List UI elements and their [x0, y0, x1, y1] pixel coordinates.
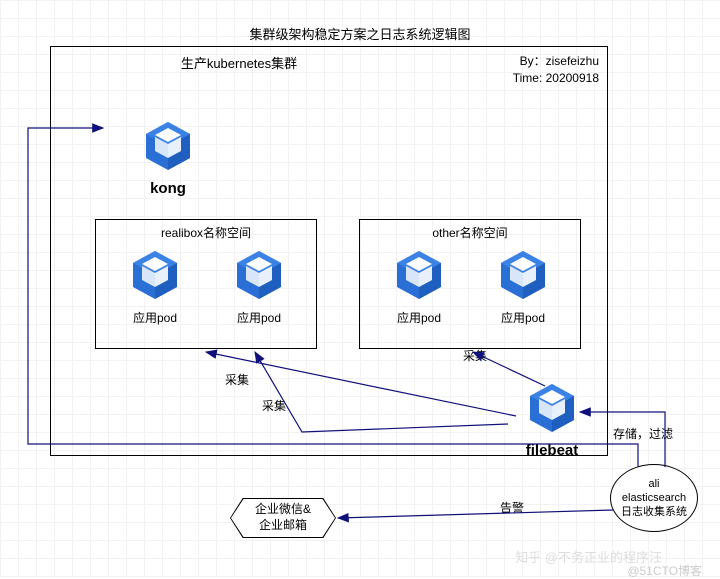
filebeat-node: filebeat	[507, 381, 597, 459]
pod-node: 应用pod	[378, 248, 460, 326]
wechat-mail-node: 企业微信& 企业邮箱	[231, 499, 335, 537]
watermark-51cto: @51CTO博客	[627, 562, 702, 579]
meta-time: Time: 20200918	[513, 70, 599, 87]
edge-label-collect: 采集	[463, 347, 487, 364]
ns-title: realibox名称空间	[96, 220, 316, 245]
edge-label-alert: 告警	[500, 499, 524, 516]
kong-label: kong	[127, 180, 209, 197]
cube-icon	[141, 119, 195, 173]
cluster-box: 生产kubernetes集群 By：zisefeizhu Time: 20200…	[50, 46, 608, 456]
pod-node: 应用pod	[482, 248, 564, 326]
elasticsearch-node: ali elasticsearch 日志收集系统	[610, 464, 698, 532]
pod-label: 应用pod	[218, 309, 300, 326]
pod-node: 应用pod	[218, 248, 300, 326]
edge-label-store: 存储，过滤	[613, 425, 673, 442]
kong-node: kong	[127, 119, 209, 197]
cube-icon	[232, 248, 286, 302]
wechat-mail-label: 企业微信& 企业邮箱	[255, 502, 311, 533]
ns-title: other名称空间	[360, 220, 580, 245]
filebeat-label: filebeat	[507, 442, 597, 459]
edge-label-collect: 采集	[225, 371, 249, 388]
meta-by: By：zisefeizhu	[513, 53, 599, 70]
edge-label-collect: 采集	[262, 397, 286, 414]
cluster-title: 生产kubernetes集群	[51, 53, 427, 72]
realibox-namespace: realibox名称空间 应用pod 应用pod	[95, 219, 317, 349]
es-line2: elasticsearch	[622, 491, 686, 505]
pod-label: 应用pod	[114, 309, 196, 326]
es-line3: 日志收集系统	[621, 505, 687, 519]
cube-icon	[392, 248, 446, 302]
cube-icon	[128, 248, 182, 302]
pod-node: 应用pod	[114, 248, 196, 326]
other-namespace: other名称空间 应用pod 应用pod	[359, 219, 581, 349]
cube-icon	[496, 248, 550, 302]
es-line1: ali	[648, 477, 659, 491]
pod-label: 应用pod	[378, 309, 460, 326]
cluster-meta: By：zisefeizhu Time: 20200918	[513, 53, 599, 87]
diagram-title: 集群级架构稳定方案之日志系统逻辑图	[0, 24, 720, 43]
pod-label: 应用pod	[482, 309, 564, 326]
cube-icon	[525, 381, 579, 435]
